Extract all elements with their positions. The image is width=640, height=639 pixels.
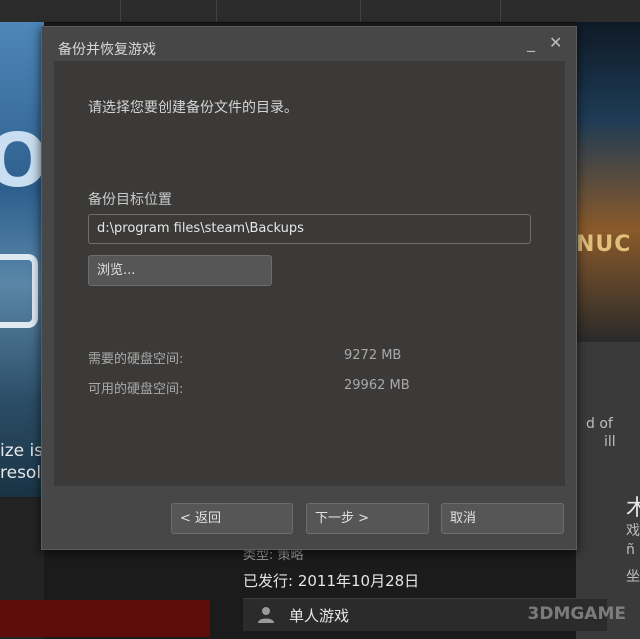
game-description-panel: d of ill 木 戏 ñ 坐: [576, 342, 640, 639]
game-banner-left: O: [0, 22, 49, 497]
banner-caption-line: resol: [0, 463, 42, 483]
backup-path-input[interactable]: d:\program files\steam\Backups: [88, 214, 531, 244]
toolbar-separator: [216, 0, 217, 22]
game-thumbnail: [0, 600, 210, 637]
description-text: 木: [626, 496, 640, 521]
back-button[interactable]: < 返回: [171, 503, 293, 534]
background-toolbar: [0, 0, 640, 23]
game-title-art: NUC: [576, 232, 632, 257]
banner-caption-line: ize is: [0, 441, 44, 461]
toolbar-separator: [500, 0, 501, 22]
person-icon: [258, 607, 274, 623]
description-text: d of: [586, 416, 613, 432]
description-text: ill: [604, 434, 616, 450]
game-logo-fragment: [0, 254, 38, 328]
backup-restore-dialog: 备份并恢复游戏 _ ✕ 请选择您要创建备份文件的目录。 备份目标位置 d:\pr…: [41, 26, 577, 550]
available-space-value: 29962 MB: [344, 378, 410, 393]
release-date: 已发行: 2011年10月28日: [243, 572, 420, 590]
target-location-label: 备份目标位置: [88, 192, 172, 208]
description-text: ñ: [626, 542, 635, 558]
cancel-button[interactable]: 取消: [441, 503, 564, 534]
close-icon[interactable]: ✕: [549, 35, 562, 51]
minimize-icon[interactable]: _: [527, 35, 535, 51]
dialog-titlebar[interactable]: 备份并恢复游戏 _ ✕: [42, 27, 576, 61]
game-banner-right: NUC: [576, 22, 640, 342]
required-space-value: 9272 MB: [344, 348, 402, 363]
toolbar-separator: [360, 0, 361, 22]
next-button[interactable]: 下一步 >: [306, 503, 429, 534]
dialog-content: 请选择您要创建备份文件的目录。 备份目标位置 d:\program files\…: [54, 61, 565, 486]
lower-left-panel: [0, 498, 210, 639]
banner-caption: ize is resol: [0, 440, 43, 484]
instruction-text: 请选择您要创建备份文件的目录。: [88, 100, 298, 116]
required-space-label: 需要的硬盘空间:: [88, 352, 184, 367]
description-text: 坐: [626, 569, 640, 585]
watermark: 3DMGAME: [527, 604, 627, 624]
game-mode-label: 单人游戏: [289, 607, 350, 625]
description-text: 戏: [626, 523, 640, 539]
dialog-title: 备份并恢复游戏: [58, 42, 156, 58]
toolbar-separator: [120, 0, 121, 22]
available-space-label: 可用的硬盘空间:: [88, 382, 184, 397]
browse-button[interactable]: 浏览...: [88, 255, 272, 286]
